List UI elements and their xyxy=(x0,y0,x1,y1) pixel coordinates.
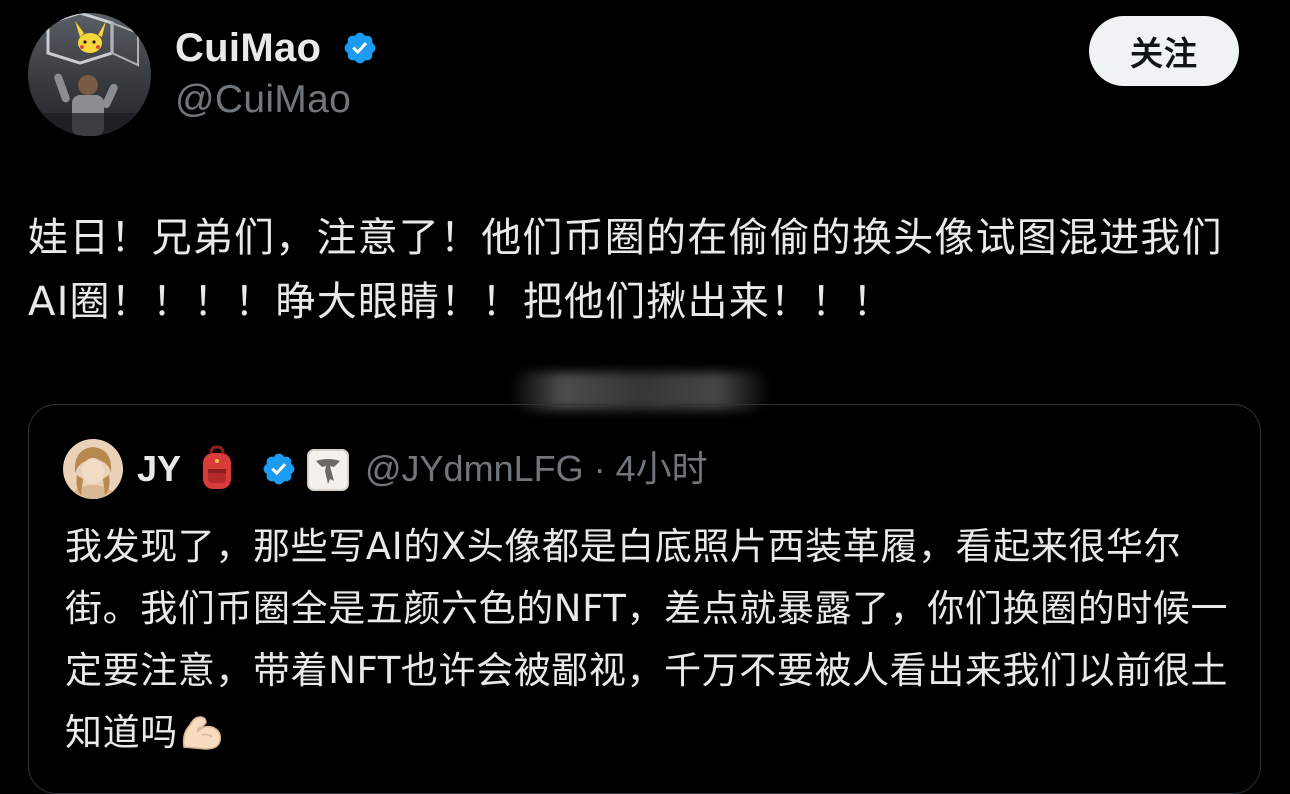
quoted-tweet-text: 我发现了，那些写AI的X头像都是白底照片西装革履，看起来很华尔街。我们币圈全是五… xyxy=(65,516,1235,764)
author-avatar[interactable] xyxy=(28,13,151,136)
author-avatar-image xyxy=(28,13,151,136)
quoted-avatar-image xyxy=(63,439,123,499)
author-handle[interactable]: @CuiMao xyxy=(175,76,351,124)
affiliate-badge-icon[interactable] xyxy=(307,449,349,491)
follow-button[interactable]: 关注 xyxy=(1089,16,1239,86)
backpack-icon xyxy=(203,445,231,489)
author-display-name[interactable]: CuiMao xyxy=(175,24,321,72)
quoted-tweet-card[interactable]: JY @JYdmnLFG · 4小时 我发现了，那些写AI的X头像都是白底照片西… xyxy=(28,404,1261,794)
quoted-handle-and-time[interactable]: @JYdmnLFG · 4小时 xyxy=(365,449,708,489)
quoted-tweet-body: 我发现了，那些写AI的X头像都是白底照片西装革履，看起来很华尔街。我们币圈全是五… xyxy=(65,525,1229,754)
tweet-text: 娃日！兄弟们，注意了！他们币圈的在偷偷的换头像试图混进我们AI圈！！！！睁大眼睛… xyxy=(28,215,1223,325)
quoted-verified-badge-icon[interactable] xyxy=(261,451,297,487)
quoted-author-display-name[interactable]: JY xyxy=(137,449,181,489)
flexed-biceps-icon xyxy=(182,716,221,750)
verified-badge-icon[interactable] xyxy=(342,30,378,66)
quoted-author-avatar[interactable] xyxy=(63,439,123,499)
